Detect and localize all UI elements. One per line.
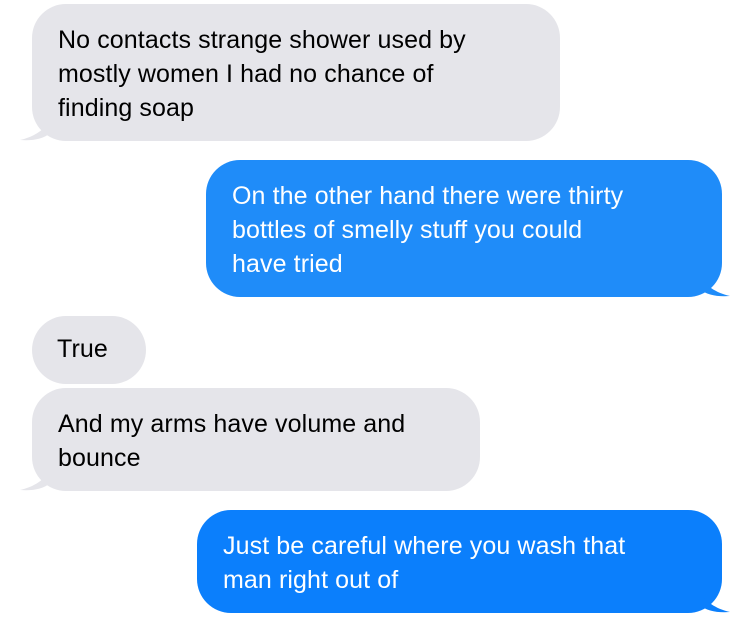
sent-bubble-tail	[700, 591, 730, 613]
message-bubble-received[interactable]: No contacts strange shower used by mostl…	[32, 4, 560, 141]
received-bubble-tail	[20, 469, 50, 491]
message-bubble-received[interactable]: And my arms have volume and bounce	[32, 388, 480, 491]
message-bubble-sent[interactable]: On the other hand there were thirty bott…	[206, 160, 722, 297]
message-bubble-sent[interactable]: Just be careful where you wash that man …	[197, 510, 722, 613]
received-bubble-tail	[20, 119, 50, 141]
sent-bubble-tail	[700, 275, 730, 297]
message-bubble-received[interactable]: True	[32, 316, 146, 384]
